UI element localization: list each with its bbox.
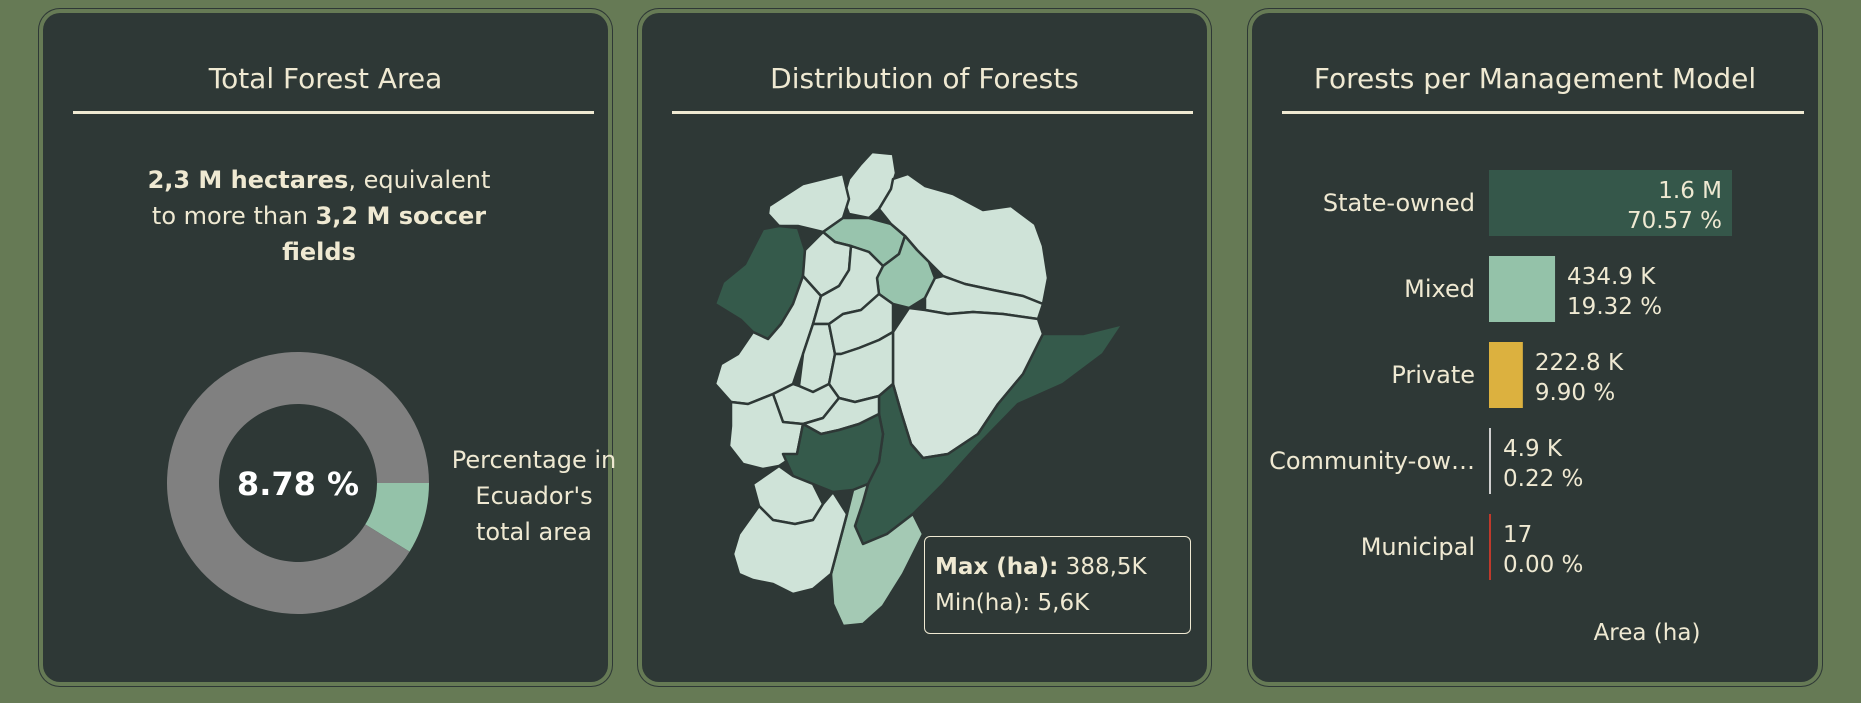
bar-category-label: Private [1391,361,1475,389]
x-axis-title: Area (ha) [1594,620,1701,646]
bar-3[interactable] [1489,428,1491,494]
bar-percent-label: 0.00 % [1503,552,1583,578]
donut-caption-line-3: total area [475,518,593,546]
distribution-of-forests-panel: Distribution of Forests Max (ha): 388,5K… [643,14,1206,681]
legend-min: Min(ha): 5,6K [935,590,1090,616]
bar-value-label: 4.9 K [1503,436,1563,462]
bar-value-label: 17 [1503,522,1532,548]
bar-category-label: Municipal [1361,533,1475,561]
donut-center-value: 8.78 % [237,465,359,503]
bar-category-label: Community-ow… [1269,447,1475,475]
legend-max: Max (ha): 388,5K [935,554,1147,580]
bar-4[interactable] [1489,514,1491,580]
bar-category-label: Mixed [1404,275,1475,303]
map-legend: Max (ha): 388,5K Min(ha): 5,6K [924,536,1191,634]
donut-caption-line-1: Percentage in [451,446,617,474]
bar-2[interactable] [1489,342,1523,408]
bar-value-label: 434.9 K [1567,264,1656,290]
bar-percent-label: 0.22 % [1503,466,1583,492]
donut-caption: Percentage in Ecuador's total area [429,442,639,550]
bar-percent-label: 9.90 % [1535,380,1615,406]
percentage-donut-chart: 8.78 % [166,352,429,614]
bar-percent-label: 70.57 % [1627,208,1722,234]
bar-value-label: 1.6 M [1658,178,1722,204]
bar-value-label: 222.8 K [1535,350,1624,376]
bar-category-label: State-owned [1323,189,1475,217]
bar-1[interactable] [1489,256,1556,322]
forests-per-management-model-panel: Forests per Management Model State-owned… [1253,14,1817,681]
donut-caption-line-2: Ecuador's [475,482,593,510]
bar-percent-label: 19.32 % [1567,294,1662,320]
management-model-bar-chart: State-owned 1.6 M 70.57 % Mixed 434.9 K 19.32… [1269,170,1732,646]
total-forest-area-panel: Total Forest Area 2,3 M hectares, equiva… [44,14,616,681]
